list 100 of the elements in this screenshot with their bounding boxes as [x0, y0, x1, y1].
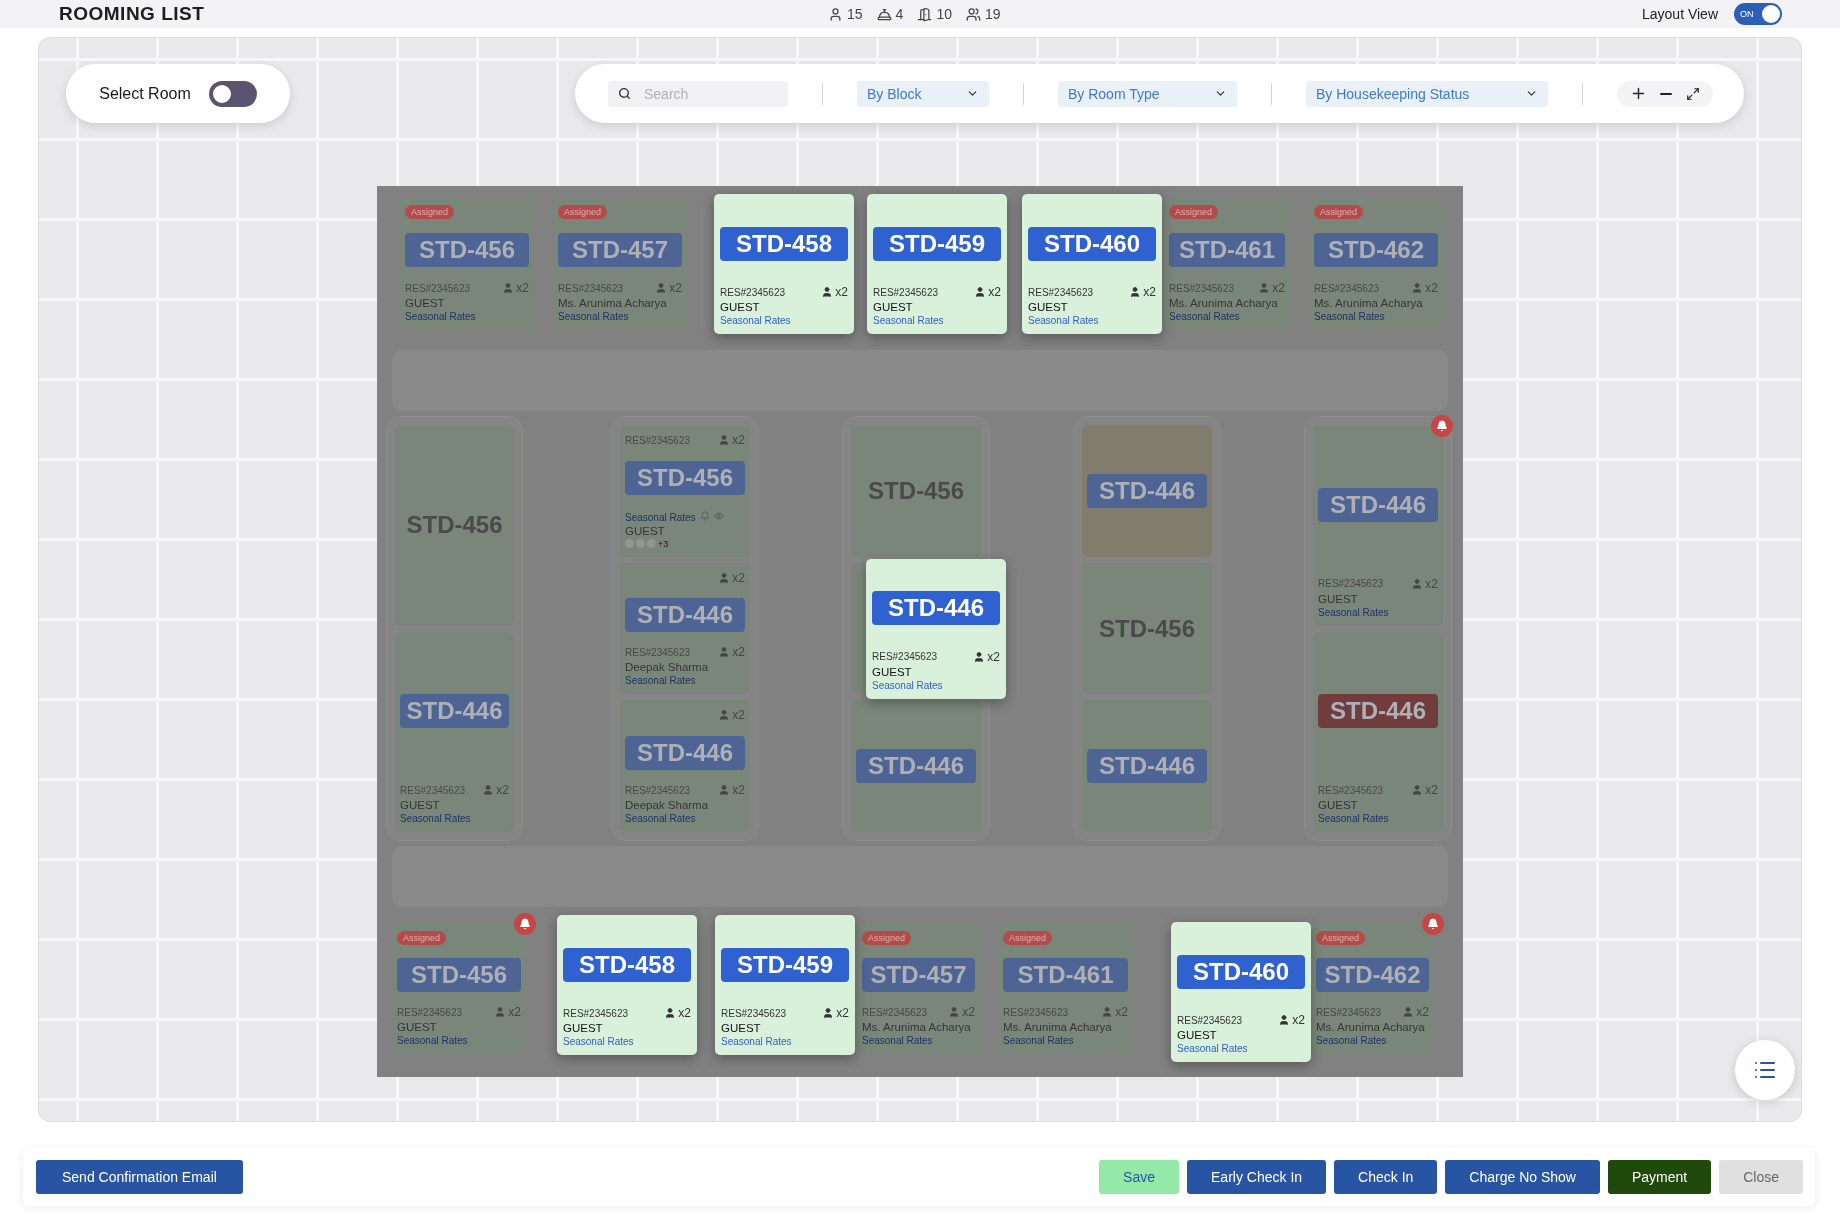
room-number: STD-460 [1177, 954, 1305, 989]
reservation-number: RES#2345623 [405, 282, 471, 294]
person-icon [482, 784, 495, 796]
page-title: ROOMING LIST [59, 3, 205, 25]
guest-count: x2 [1292, 1013, 1305, 1027]
guest-count: x2 [496, 783, 509, 797]
room-card[interactable]: STD-456 [395, 425, 514, 626]
person-icon [718, 784, 731, 796]
action-button[interactable]: Payment [1607, 1160, 1712, 1194]
filter-dropdown[interactable]: By Room Type [1058, 80, 1237, 107]
guest-count: x2 [1416, 1005, 1429, 1019]
list-view-button[interactable] [1735, 1040, 1795, 1100]
action-button[interactable]: Charge No Show [1445, 1160, 1600, 1194]
guest-name: GUEST [1028, 301, 1069, 313]
room-card[interactable]: STD-446 [1082, 700, 1212, 832]
guest-name: GUEST [400, 799, 441, 811]
room-card[interactable]: STD-458 RES#2345623 x2 GUEST Seasonal Rates [714, 194, 854, 334]
guest-name: GUEST [1318, 799, 1359, 811]
room-card[interactable]: Assigned STD-461 RES#2345623 x2 Ms. Arunima Acharya Seasonal Rates [1164, 197, 1290, 330]
room-number: STD-446 [1087, 473, 1207, 508]
rate-plan: Seasonal Rates [400, 813, 472, 824]
guest-count: x2 [988, 285, 1001, 299]
zoom-out-button[interactable] [1660, 92, 1673, 95]
room-card[interactable]: Assigned STD-462 RES#2345623 x2 Ms. Arunima Acharya Seasonal Rates [1309, 197, 1443, 330]
action-button[interactable]: Check In [1334, 1160, 1438, 1194]
reservation-number: RES#2345623 [625, 646, 691, 658]
room-number: STD-446 [1087, 749, 1207, 784]
guest-count: x2 [669, 281, 682, 295]
room-card[interactable]: Assigned STD-456 RES#2345623 x2 GUEST Seasonal Rates [392, 923, 526, 1054]
room-card[interactable]: STD-446 [851, 700, 981, 832]
room-card[interactable]: x2 STD-446 RES#2345623 x2 Deepak Sharma Seasonal Rates [620, 700, 750, 832]
room-card[interactable]: Assigned STD-457 RES#2345623 x2 Ms. Arunima Acharya Seasonal Rates [553, 197, 687, 330]
guest-name: GUEST [1318, 592, 1359, 605]
guest-name: GUEST [873, 301, 914, 313]
rate-plan: Seasonal Rates [405, 311, 477, 322]
status-badge: Assigned [558, 205, 608, 219]
layout-view-label: Layout View [1642, 6, 1718, 22]
room-card[interactable]: STD-458 RES#2345623 x2 GUEST Seasonal Rates [557, 915, 697, 1055]
select-room-toggle[interactable] [208, 80, 257, 107]
reservation-number: RES#2345623 [873, 286, 939, 298]
room-number: STD-446 [1318, 694, 1438, 729]
room-card[interactable]: STD-459 RES#2345623 x2 GUEST Seasonal Rates [867, 194, 1007, 334]
room-card[interactable]: STD-460 RES#2345623 x2 GUEST Seasonal Rates [1171, 922, 1311, 1062]
status-badge: Assigned [1316, 931, 1366, 945]
guest-name: GUEST [1177, 1029, 1218, 1041]
rate-plan: Seasonal Rates [1003, 1035, 1075, 1046]
status-badge: Assigned [397, 931, 447, 945]
room-number: STD-446 [856, 749, 976, 784]
action-button[interactable]: Close [1719, 1160, 1803, 1194]
room-number: STD-456 [1098, 614, 1195, 643]
reservation-number: RES#2345623 [558, 282, 624, 294]
room-number: STD-446 [872, 591, 1000, 626]
room-card[interactable]: RES#2345623 x2 STD-456 Seasonal Rates GUEST +3 [620, 425, 750, 557]
room-number: STD-460 [1028, 226, 1156, 261]
room-card[interactable]: Assigned STD-456 RES#2345623 x2 GUEST Seasonal Rates [400, 197, 534, 330]
room-card[interactable]: x2 STD-446 RES#2345623 x2 Deepak Sharma Seasonal Rates [620, 562, 750, 695]
room-card[interactable]: STD-446 RES#2345623 x2 GUEST Seasonal Rates [1313, 425, 1443, 626]
action-button[interactable]: Early Check In [1187, 1160, 1327, 1194]
guest-count: x2 [732, 570, 745, 585]
filter-dropdown[interactable]: By Housekeeping Status [1306, 80, 1548, 107]
room-card[interactable]: Assigned STD-457 RES#2345623 x2 Ms. Arunima Acharya Seasonal Rates [857, 923, 980, 1054]
room-number: STD-459 [873, 226, 1001, 261]
filter-dropdown[interactable]: By Block [857, 80, 989, 107]
expand-button[interactable] [1686, 86, 1701, 101]
reservation-number: RES#2345623 [397, 1006, 463, 1018]
person-icon [664, 1007, 677, 1019]
layout-view-toggle[interactable]: ON [1734, 3, 1782, 25]
room-card[interactable]: STD-459 RES#2345623 x2 GUEST Seasonal Rates [715, 915, 855, 1055]
action-button[interactable]: Save [1099, 1160, 1180, 1194]
guest-count: x2 [987, 649, 1000, 664]
room-card[interactable]: STD-446 RES#2345623 x2 GUEST Seasonal Rates [395, 631, 514, 832]
reservation-number: RES#2345623 [1169, 282, 1235, 294]
person-icon [828, 6, 843, 22]
room-number: STD-456 [405, 233, 529, 267]
guest-name: Deepak Sharma [625, 661, 710, 674]
status-badge: Assigned [1314, 205, 1364, 219]
guest-name: Ms. Arunima Acharya [1314, 297, 1424, 309]
group-icon [965, 6, 981, 22]
person-icon [948, 1006, 961, 1018]
room-card[interactable]: STD-446 RES#2345623 x2 GUEST Seasonal Rates [1313, 631, 1443, 832]
guest-name: GUEST [625, 524, 666, 537]
rate-plan: Seasonal Rates [1028, 315, 1100, 326]
room-card[interactable]: Assigned STD-462 RES#2345623 x2 Ms. Arunima Acharya Seasonal Rates [1311, 923, 1434, 1054]
reservation-number: RES#2345623 [1318, 784, 1384, 796]
search-field[interactable]: Search [608, 80, 788, 107]
room-card[interactable]: STD-446 RES#2345623 x2 GUEST Seasonal Rates [866, 558, 1006, 699]
room-number: STD-446 [625, 598, 745, 632]
expand-icon [1686, 86, 1701, 101]
person-icon [973, 650, 986, 663]
room-number: STD-456 [406, 511, 503, 540]
room-card[interactable]: STD-446 [1082, 425, 1212, 557]
room-card[interactable]: STD-456 [851, 425, 981, 557]
action-button[interactable]: Send Confirmation Email [36, 1160, 243, 1194]
room-card[interactable]: Assigned STD-461 RES#2345623 x2 Ms. Arunima Acharya Seasonal Rates [998, 923, 1133, 1054]
guest-name: Deepak Sharma [625, 799, 710, 811]
room-card[interactable]: STD-460 RES#2345623 x2 GUEST Seasonal Rates [1022, 194, 1162, 334]
guest-count: x2 [732, 708, 745, 723]
guest-name: GUEST [397, 1021, 438, 1033]
room-card[interactable]: STD-456 [1082, 562, 1212, 695]
person-icon [822, 1007, 835, 1019]
